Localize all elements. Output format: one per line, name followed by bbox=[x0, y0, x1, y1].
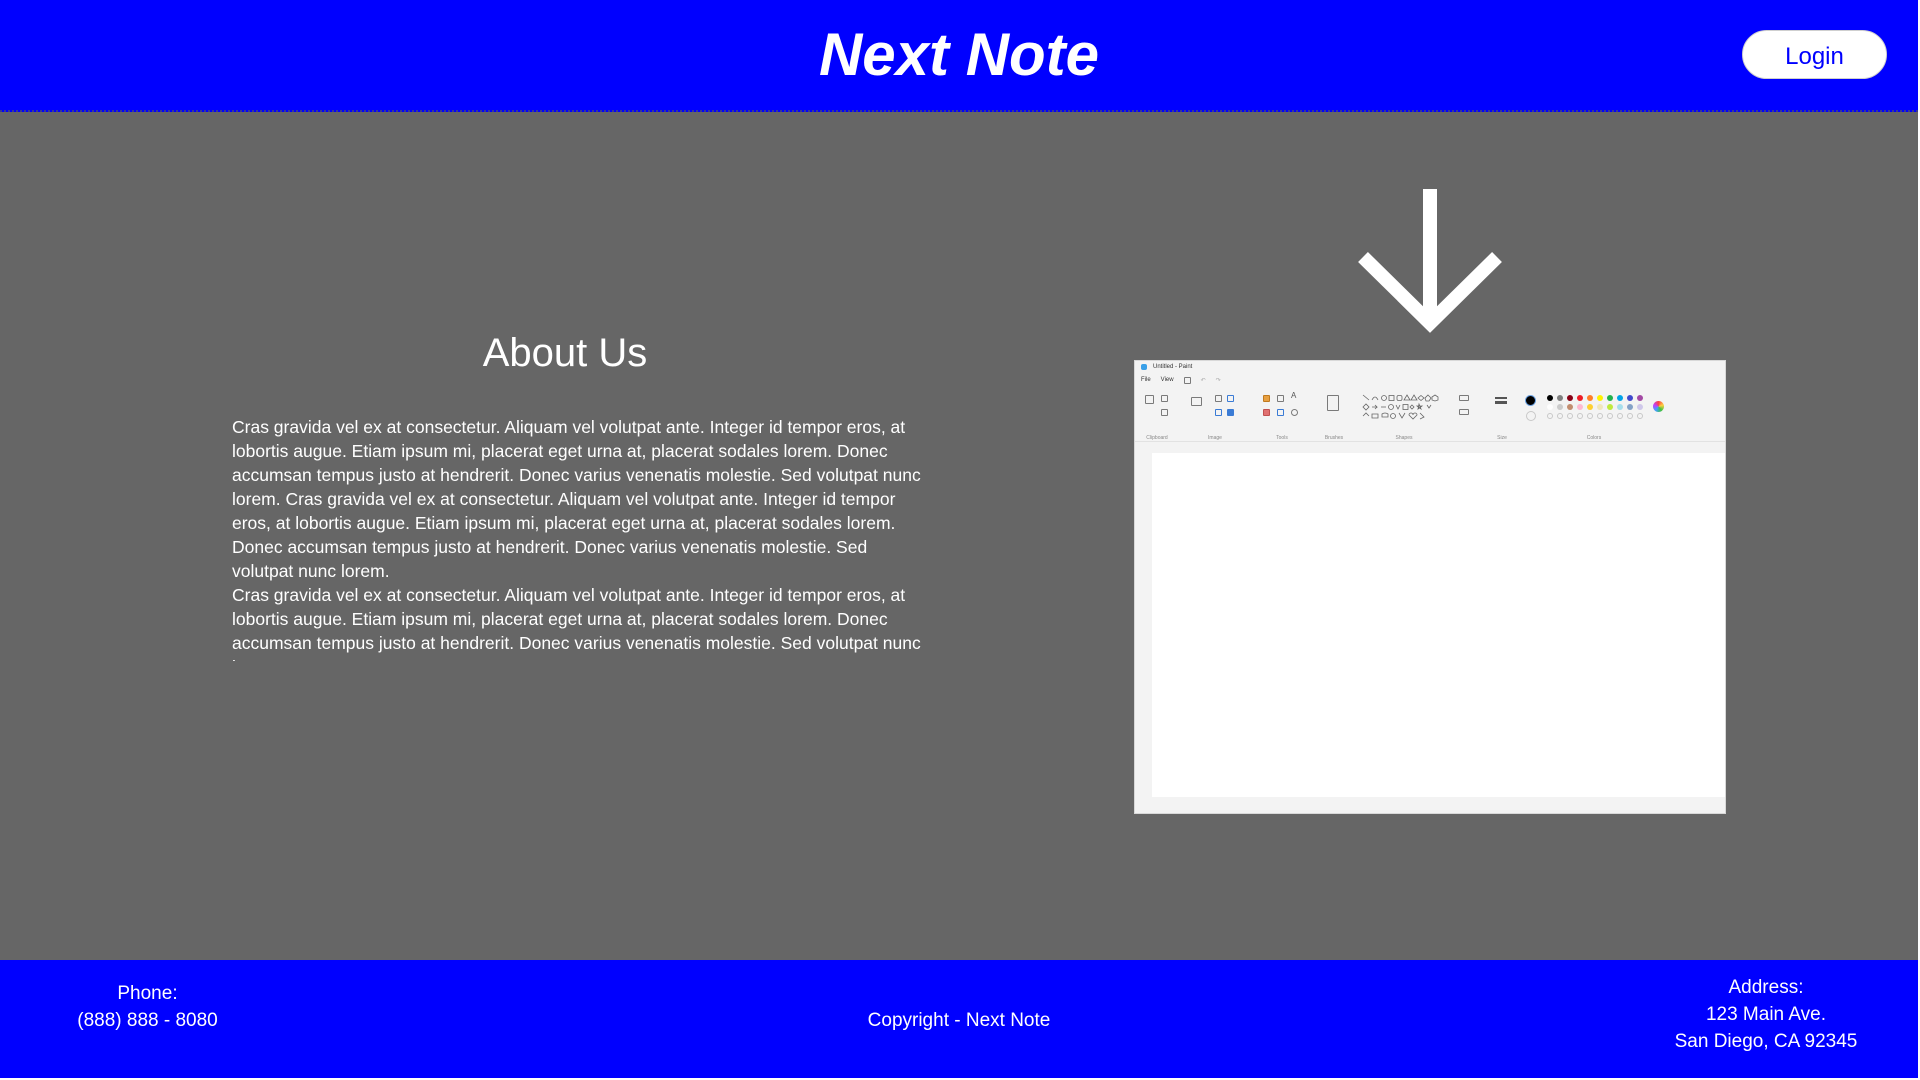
ribbon-group-outline bbox=[1455, 391, 1481, 429]
palette-swatch bbox=[1627, 404, 1633, 410]
magnifier-icon bbox=[1291, 409, 1298, 416]
about-paragraph-2: Cras gravida vel ex at consectetur. Aliq… bbox=[232, 585, 921, 661]
save-icon bbox=[1183, 376, 1191, 384]
color-picker-icon bbox=[1277, 409, 1284, 416]
paste-icon bbox=[1145, 395, 1154, 404]
undo-icon: ↶ bbox=[1200, 377, 1206, 384]
palette-swatch bbox=[1637, 404, 1643, 410]
ribbon-group-colors: Colors bbox=[1519, 391, 1669, 441]
palette-swatch bbox=[1607, 413, 1613, 419]
group-label-colors: Colors bbox=[1586, 435, 1602, 441]
palette-swatch bbox=[1617, 395, 1623, 401]
ribbon-group-size: Size bbox=[1487, 391, 1517, 441]
login-button[interactable]: Login bbox=[1742, 30, 1887, 79]
palette-swatch bbox=[1617, 404, 1623, 410]
palette-swatch bbox=[1547, 413, 1553, 419]
palette-swatch bbox=[1597, 395, 1603, 401]
palette-swatch bbox=[1637, 413, 1643, 419]
crop-icon bbox=[1215, 395, 1222, 402]
palette-swatch bbox=[1557, 395, 1563, 401]
size-line-thick bbox=[1495, 401, 1507, 404]
palette-swatch bbox=[1547, 404, 1553, 410]
rotate-icon bbox=[1227, 395, 1234, 402]
group-label-brushes: Brushes bbox=[1324, 435, 1344, 441]
text-tool-icon: A bbox=[1291, 391, 1297, 400]
palette-swatch bbox=[1617, 413, 1623, 419]
paint-canvas bbox=[1152, 453, 1725, 797]
group-label-clipboard: Clipboard bbox=[1146, 435, 1168, 441]
copyright-text: Copyright - Next Note bbox=[867, 1010, 1051, 1031]
address-label: Address: bbox=[1728, 977, 1804, 998]
preview-window-title: Untitled - Paint bbox=[1153, 364, 1193, 370]
group-label-size: Size bbox=[1497, 435, 1507, 441]
palette-swatch bbox=[1547, 395, 1553, 401]
paint-app-preview: Untitled - Paint File View ↶ ↷ Clipboard bbox=[1134, 360, 1726, 814]
eraser-icon bbox=[1263, 409, 1270, 416]
palette-swatch bbox=[1557, 404, 1563, 410]
arrow-down-icon bbox=[1358, 189, 1502, 333]
preview-ribbon: Clipboard Image A Tools Brushes Shapes S… bbox=[1135, 387, 1725, 442]
ribbon-group-tools: A Tools bbox=[1257, 391, 1307, 441]
site-header: Next Note Login bbox=[0, 0, 1918, 112]
edit-colors-icon bbox=[1653, 401, 1664, 412]
pencil-icon bbox=[1263, 395, 1270, 402]
palette-swatch bbox=[1577, 404, 1583, 410]
palette-swatch bbox=[1627, 395, 1633, 401]
palette-swatch bbox=[1557, 413, 1563, 419]
palette-swatch bbox=[1587, 413, 1593, 419]
palette-swatch bbox=[1567, 404, 1573, 410]
preview-menu-view: View bbox=[1160, 377, 1174, 383]
resize-icon bbox=[1215, 409, 1222, 416]
about-text[interactable]: Cras gravida vel ex at consectetur. Aliq… bbox=[232, 415, 922, 661]
preview-titlebar: Untitled - Paint bbox=[1135, 361, 1725, 373]
palette-swatch bbox=[1587, 395, 1593, 401]
palette-swatch bbox=[1637, 395, 1643, 401]
palette-swatch bbox=[1607, 404, 1613, 410]
brush-icon bbox=[1327, 395, 1339, 411]
address-line-1: 123 Main Ave. bbox=[1705, 1004, 1827, 1025]
palette-swatch bbox=[1577, 413, 1583, 419]
preview-menubar: File View ↶ ↷ bbox=[1135, 373, 1725, 387]
paint-app-icon bbox=[1141, 364, 1147, 370]
about-title: About Us bbox=[482, 331, 648, 375]
color-1-selected bbox=[1525, 395, 1536, 406]
fill-shape-icon bbox=[1459, 409, 1469, 415]
palette-swatch bbox=[1577, 395, 1583, 401]
group-label-shapes: Shapes bbox=[1395, 435, 1413, 441]
shapes-gallery-icon bbox=[1362, 394, 1439, 420]
preview-menu-file: File bbox=[1141, 377, 1151, 383]
ribbon-group-brushes: Brushes bbox=[1319, 391, 1349, 441]
copy-icon bbox=[1161, 409, 1168, 416]
footer-address: Address: 123 Main Ave. San Diego, CA 923… bbox=[1660, 974, 1872, 1055]
palette-swatch bbox=[1597, 404, 1603, 410]
palette-swatch bbox=[1587, 404, 1593, 410]
color-2-selected bbox=[1526, 411, 1536, 421]
palette-swatch bbox=[1567, 395, 1573, 401]
group-label-tools: Tools bbox=[1276, 435, 1288, 441]
palette-swatch bbox=[1627, 413, 1633, 419]
redo-icon: ↷ bbox=[1215, 377, 1221, 384]
flip-icon bbox=[1227, 409, 1234, 416]
ribbon-group-image: Image bbox=[1185, 391, 1245, 441]
outline-icon bbox=[1459, 395, 1469, 401]
phone-label: Phone: bbox=[117, 983, 178, 1004]
page: Next Note Login About Us Cras gravida ve… bbox=[0, 0, 1920, 1080]
cut-icon bbox=[1161, 395, 1168, 402]
address-line-2: San Diego, CA 92345 bbox=[1674, 1031, 1858, 1052]
site-footer: Phone: (888) 888 - 8080 Copyright - Next… bbox=[0, 960, 1918, 1078]
fill-icon bbox=[1277, 395, 1284, 402]
group-label-image: Image bbox=[1208, 435, 1222, 441]
about-paragraph-1: Cras gravida vel ex at consectetur. Aliq… bbox=[232, 417, 921, 581]
palette-swatch bbox=[1567, 413, 1573, 419]
palette-swatch bbox=[1607, 395, 1613, 401]
ribbon-group-shapes: Shapes bbox=[1357, 391, 1451, 441]
select-icon bbox=[1191, 397, 1202, 406]
brand-title: Next Note bbox=[818, 21, 1100, 88]
palette-swatch bbox=[1597, 413, 1603, 419]
size-line-thin bbox=[1495, 397, 1507, 399]
ribbon-group-clipboard: Clipboard bbox=[1139, 391, 1175, 441]
